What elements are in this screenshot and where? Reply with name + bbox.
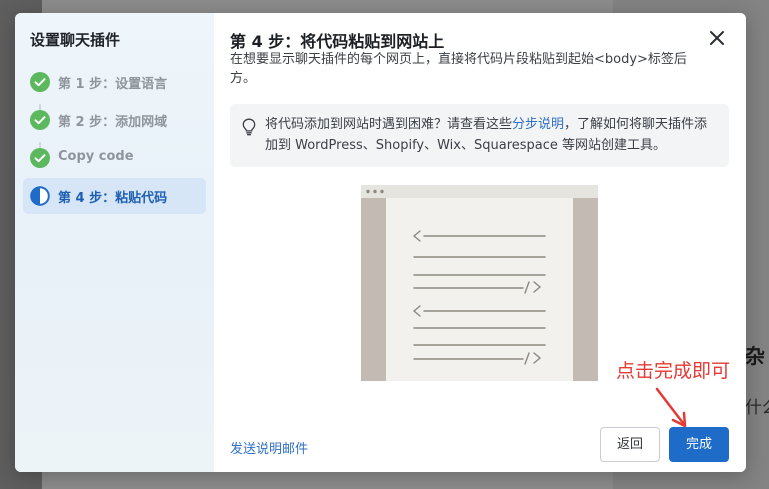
step-label: Copy code — [58, 149, 134, 164]
help-tip-text: 将代码添加到网站时遇到困难？请查看这些分步说明，了解如何将聊天插件添加到 Wor… — [265, 114, 720, 156]
step-item-4[interactable]: 第 4 步：粘贴代码 — [23, 178, 206, 214]
annotation-arrow-icon — [655, 387, 687, 428]
steps-sidebar: 设置聊天插件 第 1 步：设置语言 第 2 步：添加网域 Copy code 第… — [15, 13, 214, 472]
send-instructions-email-link[interactable]: 发送说明邮件 — [230, 438, 308, 457]
step-item-3[interactable]: Copy code — [23, 140, 206, 176]
step-title: 第 4 步：将代码粘贴到网站上 — [230, 32, 445, 51]
half-circle-progress-icon — [30, 186, 50, 206]
setup-chat-plugin-dialog: 设置聊天插件 第 1 步：设置语言 第 2 步：添加网域 Copy code 第… — [15, 13, 746, 472]
step-item-1[interactable]: 第 1 步：设置语言 — [23, 64, 206, 100]
step-by-step-instructions-link[interactable]: 分步说明 — [512, 117, 564, 132]
step-label: 第 2 步：添加网域 — [58, 115, 168, 130]
lightbulb-icon — [242, 118, 256, 136]
step-label: 第 1 步：设置语言 — [58, 77, 168, 92]
background-text-fragment: 什么 — [745, 398, 769, 418]
close-icon[interactable] — [706, 27, 728, 49]
sidebar-title: 设置聊天插件 — [30, 31, 121, 49]
background-text-fragment: 杂 — [745, 344, 765, 368]
check-circle-icon — [30, 110, 50, 130]
step-label: 第 4 步：粘贴代码 — [58, 191, 168, 206]
code-paste-illustration — [361, 185, 598, 381]
step-item-2[interactable]: 第 2 步：添加网域 — [23, 102, 206, 138]
check-circle-icon — [30, 72, 50, 92]
help-tip-box: 将代码添加到网站时遇到困难？请查看这些分步说明，了解如何将聊天插件添加到 Wor… — [230, 104, 729, 167]
annotation-label: 点击完成即可 — [616, 360, 731, 382]
tip-text-before: 将代码添加到网站时遇到困难？请查看这些 — [265, 117, 513, 132]
step-description: 在想要显示聊天插件的每个网页上，直接将代码片段粘贴到起始<body>标签后方。 — [230, 52, 687, 86]
check-circle-icon — [30, 148, 50, 168]
